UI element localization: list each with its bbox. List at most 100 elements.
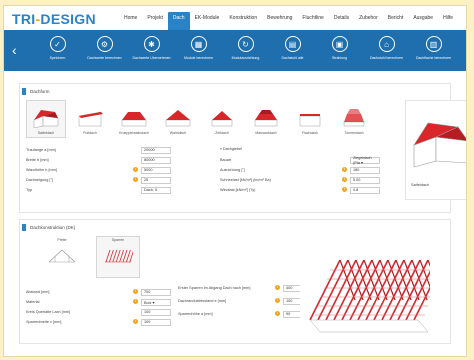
roof-type-tonnendach[interactable]: Tonnendach [334,100,374,138]
field-input[interactable]: 20000 [141,146,171,154]
structure-type-label: Pfette [57,238,67,242]
field-row: Windlast [kN/m²] (Ty) i 0.8 [220,186,380,194]
gear-icon: ✱ [143,36,160,52]
toolbar-button-grid[interactable]: ▤ Dachstuhl alle [269,33,316,60]
structure-type-sparren[interactable]: Sparren [96,236,140,278]
toolbar-items: ✓ Speichern ⚙ Dachwerte berechnen ✱ Dachwerte… [34,33,457,60]
field-row: Dachneigung [°] i 25 [26,176,171,184]
roof-panel-title: Dachform [30,88,50,94]
field-input[interactable]: Dach, 5 [141,186,171,194]
field-row: Typ Dach, 5 [26,186,171,194]
roof-type-label: Satteldach [37,131,55,135]
field-row: Material i Bolz ▾ [26,298,171,306]
field-row: Erster Sparren im Abgang Dach nach [mm] i… [178,284,303,292]
toolbar-button-label: Dachwerte Ubernehmen [132,56,171,60]
roof-panel-header: Dachform [20,84,450,98]
field-label: Erster Sparren im Abgang Dach nach [mm] [178,286,251,290]
roof-type-zeltdach[interactable]: Zeltdach [202,100,242,138]
roof-type-satteldach[interactable]: Satteldach [26,100,66,138]
roof-type-label: Tonnendach [344,131,364,135]
roof-type-krueppelwalmdach[interactable]: Krueppelwalmdach [114,100,154,138]
field-label: Breite b [mm] [26,158,49,162]
field-label: Sparrenbreite c [mm] [26,320,62,324]
toolbar-button-label: Module berechnen [184,56,213,60]
info-icon[interactable]: i [133,299,138,304]
field-label: Material [26,300,40,304]
roof-type-pultdach[interactable]: Pultdach [70,100,110,138]
roof-icon [254,110,278,127]
toolbar-button-label: Dachflache berechnen [415,56,452,60]
field-input[interactable]: 100 [141,318,171,326]
field-input[interactable]: Ziegeldach (Pfa ▾ [350,156,380,165]
field-label: Abstand [mm] [26,290,50,294]
rafter-3d-icon [309,259,460,333]
info-icon[interactable]: i [342,187,347,192]
info-icon[interactable]: i [342,167,347,172]
field-label: Bauart [220,158,232,162]
field-input[interactable]: 80000 [141,156,171,164]
field-input[interactable]: 25 [141,176,171,184]
roof-type-label: Pultdach [83,131,97,135]
toolbar-button-roof-calc[interactable]: ⌂ Dachstuhl berechnen [363,33,410,60]
toolbar-button-gear[interactable]: ✱ Dachwerte Ubernehmen [128,33,175,60]
top-menu-bar: TRI-DESIGN Home Projekt Dach EK-Module Konst… [4,6,466,33]
settings-icon: ⚙ [96,36,113,52]
toolbar-button-rotate[interactable]: ↻ Modulausrichtung [222,33,269,60]
structure-panel-title: Dachkonstruktion (DK) [30,224,76,230]
toolbar-button-calculator[interactable]: ▣ Strahlung [316,33,363,60]
roof-icon [343,109,365,127]
field-input[interactable]: 180 [350,166,380,174]
chevron-left-icon[interactable]: ‹ [12,42,17,58]
field-input[interactable]: 5000 [141,166,171,174]
field-label: Wandhöhe h [mm] [26,168,57,172]
purlin-icon [48,249,76,263]
field-label: Windlast [kN/m²] (Ty) [220,188,256,192]
info-icon[interactable]: i [275,311,280,316]
field-row: Ausrichtung [°] i 180 [220,166,380,174]
info-icon[interactable]: i [133,289,138,294]
toolbar-button-save[interactable]: ▥ Dachflache berechnen [410,33,457,60]
toolbar-button-settings[interactable]: ⚙ Dachwerte berechnen [81,33,128,60]
field-label: Dachneigung [°] [26,178,54,182]
info-icon[interactable]: i [275,298,280,303]
toolbar-button-module[interactable]: ▦ Module berechnen [175,33,222,60]
roof-icon [78,111,103,127]
roof-type-mansarddach[interactable]: Mansarddach [246,100,286,138]
rafter-preview [300,240,460,338]
field-label: Typ [26,188,33,192]
structure-type-pfette[interactable]: Pfette [40,236,84,278]
roof-type-label: Flachdach [301,131,319,135]
roof-type-flachdach[interactable]: Flachdach [290,100,330,138]
roof-type-walmdach[interactable]: Walmdach [158,100,198,138]
info-icon[interactable]: i [342,177,347,182]
toolbar-button-check[interactable]: ✓ Speichern [34,33,81,60]
roof-type-label: Krueppelwalmdach [119,131,149,135]
field-label: Kreis Querlatte Laxn [mm] [26,310,71,314]
check-icon: ✓ [49,36,66,52]
field-input[interactable]: 100 [141,308,171,316]
structure-type-selector: Pfette Sparren [40,236,140,278]
house-caption: Satteldach [411,183,429,187]
app-window: TRI-DESIGN Home Projekt Dach EK-Module Konst… [3,5,467,357]
roof-form-panel: Dachform Satteldach Pultdach Krueppelwalmd… [19,83,466,213]
field-row: Bauart Ziegeldach (Pfa ▾ [220,156,380,165]
field-input[interactable]: 0.8 [350,186,380,194]
rotate-icon: ↻ [237,36,254,52]
roof-type-selector: Satteldach Pultdach Krueppelwalmdach Walmda… [26,100,374,138]
info-icon[interactable]: i [133,167,138,172]
field-label: Sparrenhöhe a [mm] [178,312,213,316]
field-input[interactable]: 5.00 [350,176,380,184]
roof-type-label: Zeltdach [215,131,229,135]
info-icon[interactable]: i [133,177,138,182]
calculator-icon: ▣ [331,36,348,52]
house-3d-icon [413,122,466,168]
field-row: Schneelast [kN/m²] (kn/m² Ba) i 5.00 [220,176,380,184]
roof-calc-icon: ⌂ [378,36,395,52]
field-input[interactable]: 700 [141,288,171,296]
field-row: Dachrandueberstand e [mm] i 100 [178,297,303,305]
info-icon[interactable]: i [275,285,280,290]
field-input[interactable]: Bolz ▾ [141,298,171,306]
roof-preview: Satteldach [405,100,466,200]
field-row: Traufange a [mm] 20000 [26,146,171,154]
info-icon[interactable]: i [133,319,138,324]
